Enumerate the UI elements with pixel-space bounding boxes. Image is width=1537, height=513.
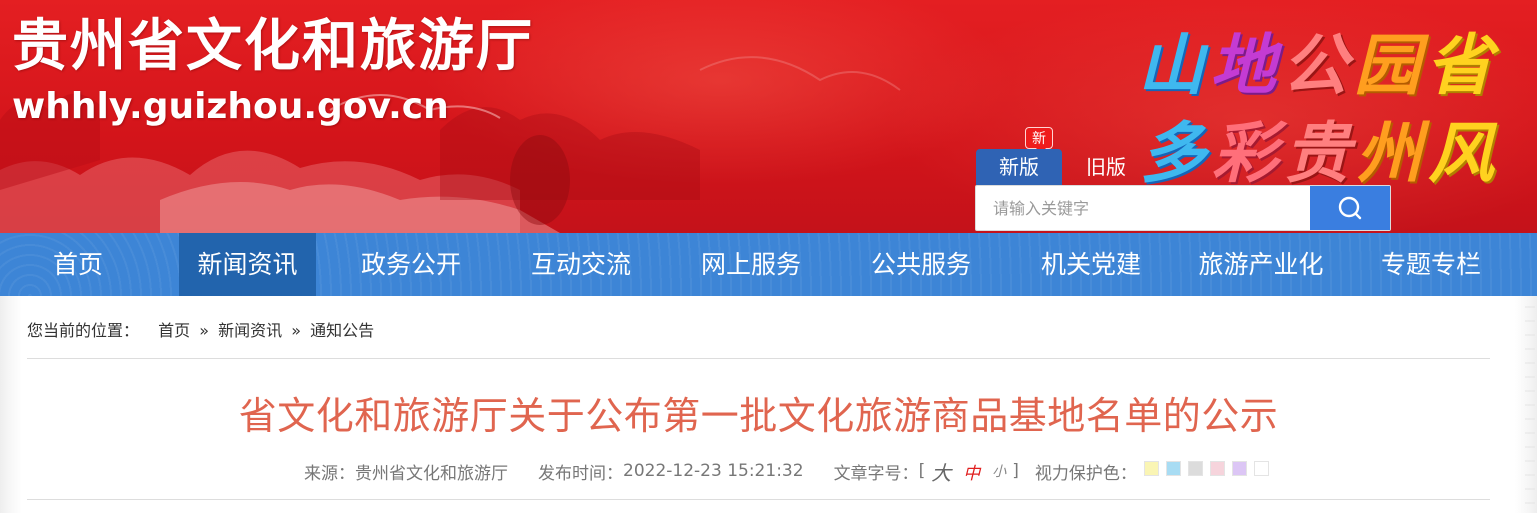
- nav-item-special-topics[interactable]: 专题专栏: [1346, 233, 1516, 296]
- bracket-open: [: [918, 461, 926, 481]
- source-value: 贵州省文化和旅游厅: [355, 463, 508, 484]
- slogan-line-1: 山地公园省: [1138, 12, 1498, 108]
- font-size-large-button[interactable]: 大: [931, 457, 951, 486]
- slogan-char: 州: [1356, 114, 1428, 192]
- nav-item-party-building[interactable]: 机关党建: [1006, 233, 1176, 296]
- breadcrumb-notices-link[interactable]: 通知公告: [310, 321, 374, 340]
- header-banner: 贵州省文化和旅游厅 whhly.guizhou.gov.cn 山地公园省 多彩贵…: [0, 0, 1537, 233]
- bracket-close: ]: [1012, 461, 1019, 481]
- breadcrumb-news-link[interactable]: 新闻资讯: [218, 321, 282, 340]
- site-title: 贵州省文化和旅游厅: [12, 14, 534, 79]
- breadcrumb-label: 您当前的位置：: [27, 321, 140, 340]
- font-size-medium-button[interactable]: 中: [963, 459, 980, 484]
- old-version-tab[interactable]: 旧版: [1070, 149, 1142, 185]
- nav-item-home[interactable]: 首页: [0, 233, 156, 296]
- breadcrumb-separator: »: [199, 321, 210, 340]
- slogan-char: 园: [1354, 26, 1426, 104]
- nav-item-government-affairs[interactable]: 政务公开: [326, 233, 496, 296]
- publish-time-label: 发布时间：: [538, 463, 623, 484]
- nav-item-news[interactable]: 新闻资讯: [179, 233, 316, 296]
- slogan-char: 山: [1138, 26, 1210, 104]
- new-badge: 新: [1025, 127, 1053, 154]
- eye-care-swatch[interactable]: [1253, 461, 1269, 476]
- breadcrumb-home-link[interactable]: 首页: [158, 321, 190, 340]
- slogan-char: 贵: [1284, 114, 1356, 192]
- slogan-char: 地: [1210, 26, 1282, 104]
- divider: [27, 358, 1490, 359]
- breadcrumb-separator: »: [291, 321, 302, 340]
- search-button[interactable]: [1310, 186, 1390, 230]
- slogan-char: 省: [1426, 26, 1498, 104]
- eye-care-swatch[interactable]: [1187, 461, 1203, 476]
- main-nav: 首页 新闻资讯 政务公开 互动交流 网上服务 公共服务 机关党建 旅游产业化 专…: [0, 233, 1537, 296]
- slogan-line-2: 多彩贵州风: [1140, 100, 1500, 196]
- article-meta: 来源： 贵州省文化和旅游厅 发布时间： 2022-12-23 15:21:32 …: [304, 457, 1269, 486]
- font-size-label: 文章字号：: [833, 463, 919, 484]
- slogan-char: 风: [1428, 114, 1500, 192]
- slogan-char: 公: [1282, 26, 1354, 104]
- eye-care-swatch[interactable]: [1209, 461, 1225, 476]
- nav-item-tourism-industry[interactable]: 旅游产业化: [1176, 233, 1346, 296]
- search-input[interactable]: [976, 186, 1310, 230]
- search-box: [975, 185, 1391, 231]
- eye-care-swatch[interactable]: [1231, 461, 1247, 476]
- nav-item-public-services[interactable]: 公共服务: [836, 233, 1006, 296]
- search-icon: [1338, 196, 1362, 220]
- source-label: 来源：: [304, 463, 355, 484]
- nav-item-online-services[interactable]: 网上服务: [666, 233, 836, 296]
- slogan-char: 彩: [1212, 114, 1284, 192]
- nav-item-interaction[interactable]: 互动交流: [496, 233, 666, 296]
- site-domain: whhly.guizhou.gov.cn: [12, 86, 449, 127]
- eye-care-swatch[interactable]: [1143, 461, 1159, 476]
- divider: [27, 499, 1490, 500]
- article-title: 省文化和旅游厅关于公布第一批文化旅游商品基地名单的公示: [238, 394, 1279, 438]
- eye-care-swatch[interactable]: [1165, 461, 1181, 476]
- new-version-tab[interactable]: 新版: [976, 149, 1062, 185]
- font-size-small-button[interactable]: 小: [992, 461, 1006, 481]
- breadcrumb: 您当前的位置： 首页 » 新闻资讯 » 通知公告: [27, 319, 374, 343]
- eye-care-label: 视力保护色：: [1034, 463, 1137, 484]
- publish-time-value: 2022-12-23 15:21:32: [623, 461, 804, 481]
- eye-care-swatches: [1137, 461, 1269, 481]
- slogan-char: 多: [1140, 114, 1212, 192]
